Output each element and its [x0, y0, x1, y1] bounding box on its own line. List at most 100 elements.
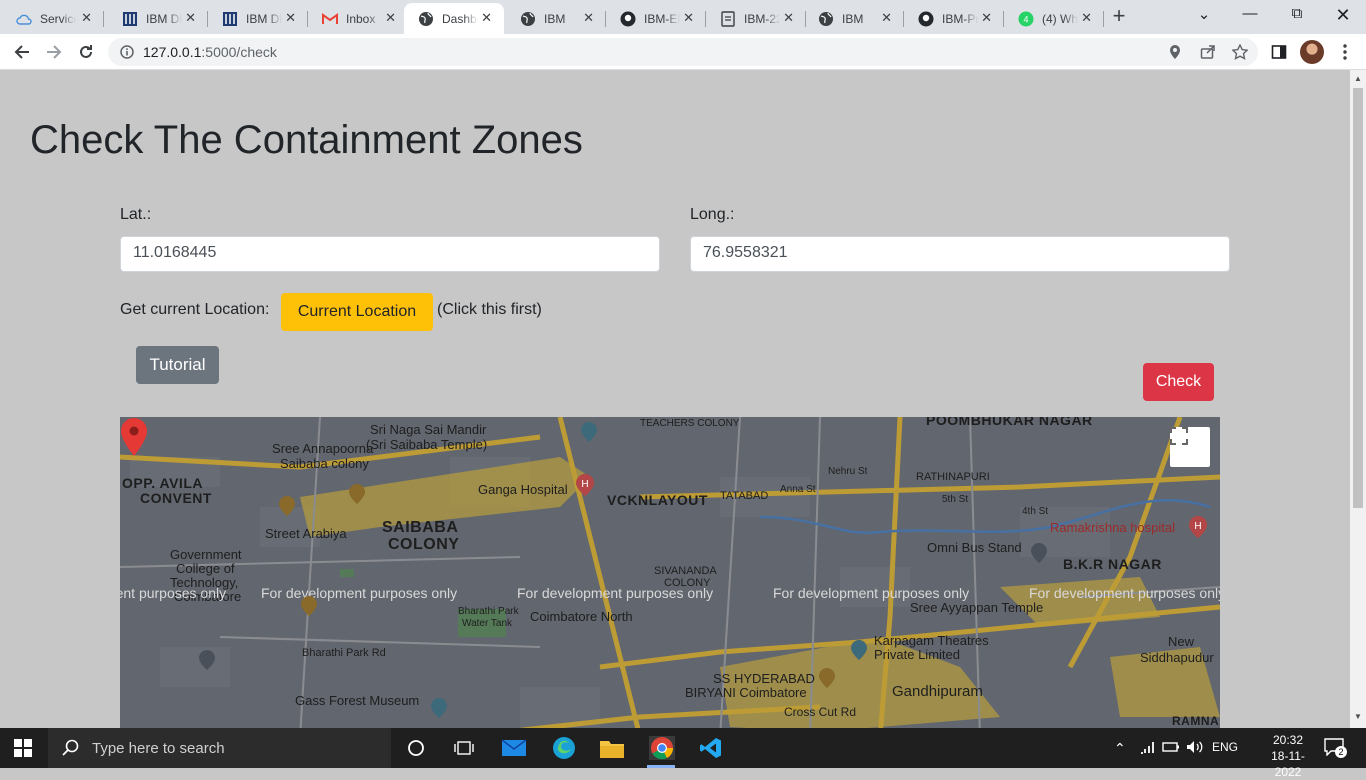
- reload-button[interactable]: [75, 41, 97, 63]
- restaurant-marker-icon[interactable]: [278, 495, 296, 517]
- new-tab-button[interactable]: +: [1108, 5, 1130, 28]
- tab-close-icon[interactable]: ✕: [185, 11, 196, 25]
- scroll-down-icon[interactable]: ▼: [1354, 712, 1362, 721]
- hospital-marker-icon[interactable]: H: [1188, 515, 1208, 539]
- tab-search-icon[interactable]: ⌄: [1192, 5, 1216, 23]
- map-label-poombhukar: POOMBHUKAR NAGAR: [926, 417, 1093, 428]
- scroll-up-icon[interactable]: ▲: [1354, 74, 1362, 83]
- fullscreen-icon: [1170, 427, 1188, 445]
- map-label-street-arabiya: Street Arabiya: [265, 526, 347, 541]
- tab-close-icon[interactable]: ✕: [881, 11, 892, 25]
- system-clock[interactable]: 20:32 18-11-2022: [1260, 732, 1316, 780]
- temple-marker-icon[interactable]: [580, 421, 598, 443]
- bookmark-star-icon[interactable]: [1232, 44, 1248, 60]
- browser-tab[interactable]: IBM-Project✕: [904, 3, 1004, 34]
- file-explorer-icon[interactable]: [599, 736, 625, 760]
- dev-watermark: For development purposes only: [517, 585, 714, 601]
- map-label-saibaba-big: SAIBABA: [382, 519, 459, 536]
- restaurant-marker-icon[interactable]: [818, 667, 836, 689]
- tab-close-icon[interactable]: ✕: [385, 11, 396, 25]
- map-label-rathinapuri: RATHINAPURI: [916, 471, 990, 483]
- tab-title: ServiceNow: [40, 11, 76, 26]
- browser-tab[interactable]: Inbox ✕: [308, 3, 408, 34]
- tab-close-icon[interactable]: ✕: [81, 11, 92, 25]
- browser-tab[interactable]: ServiceNow ✕: [2, 3, 104, 34]
- tutorial-button[interactable]: Tutorial: [136, 346, 219, 384]
- tab-close-icon[interactable]: ✕: [481, 11, 492, 25]
- share-icon[interactable]: [1200, 44, 1216, 60]
- back-button[interactable]: [11, 41, 33, 63]
- windows-taskbar: Type here to search ⌃ ENG 20:32 18-11-20…: [0, 728, 1366, 779]
- network-icon[interactable]: [1140, 740, 1156, 754]
- chrome-icon[interactable]: [649, 736, 675, 760]
- info-icon[interactable]: [120, 45, 134, 59]
- windows-start-icon[interactable]: [14, 739, 32, 757]
- latitude-input[interactable]: 11.0168445: [120, 236, 660, 272]
- tab-separator: [1103, 11, 1104, 27]
- check-button[interactable]: Check: [1143, 363, 1214, 401]
- close-window-button[interactable]: ✕: [1331, 5, 1355, 26]
- tab-close-icon[interactable]: ✕: [683, 11, 694, 25]
- tray-overflow-icon[interactable]: ⌃: [1114, 740, 1126, 757]
- cinema-marker-icon[interactable]: [850, 639, 868, 661]
- notification-center-button[interactable]: 2: [1324, 738, 1347, 758]
- taskbar-search-box[interactable]: Type here to search: [48, 728, 391, 768]
- location-pin-icon[interactable]: [1168, 44, 1182, 60]
- location-marker-icon[interactable]: [120, 417, 148, 457]
- museum-marker-icon[interactable]: [430, 697, 448, 719]
- edge-browser-icon[interactable]: [551, 736, 577, 760]
- browser-tab[interactable]: Dashboard✕: [404, 3, 504, 34]
- mail-icon[interactable]: [501, 736, 527, 760]
- tab-title: Inbox: [346, 11, 376, 26]
- restore-button[interactable]: ⧉: [1285, 5, 1309, 22]
- task-view-icon[interactable]: [451, 736, 477, 760]
- restaurant-marker-icon[interactable]: [300, 595, 318, 617]
- browser-tab[interactable]: IBM-EPBL✕: [606, 3, 706, 34]
- tab-close-icon[interactable]: ✕: [285, 11, 296, 25]
- tab-title: IBM Digital: [246, 11, 282, 26]
- school-marker-icon[interactable]: [198, 649, 216, 671]
- volume-icon[interactable]: [1186, 740, 1204, 754]
- tab-close-icon[interactable]: ✕: [583, 11, 594, 25]
- address-bar[interactable]: 127.0.0.1:5000/check: [108, 38, 1258, 66]
- hospital-marker-icon[interactable]: H: [575, 473, 595, 497]
- battery-icon[interactable]: [1162, 740, 1180, 754]
- forward-button[interactable]: [43, 41, 65, 63]
- tab-close-icon[interactable]: ✕: [1081, 11, 1092, 25]
- page-scrollbar[interactable]: ▲ ▼: [1350, 70, 1366, 728]
- map-label-ramna: RAMNA: [1172, 714, 1220, 728]
- map-label-nehru-st: Nehru St: [828, 466, 868, 477]
- tab-title: IBM-22: [744, 11, 780, 26]
- map-label-sri-naga: Sri Naga Sai Mandir: [370, 422, 487, 437]
- doc-icon: [720, 10, 736, 27]
- map-fullscreen-button[interactable]: [1170, 427, 1210, 467]
- browser-tab[interactable]: IBM Digital✕: [108, 3, 208, 34]
- tab-close-icon[interactable]: ✕: [981, 11, 992, 25]
- browser-tab[interactable]: IBM ✕: [506, 3, 606, 34]
- language-indicator[interactable]: ENG: [1212, 740, 1238, 754]
- browser-tab[interactable]: 4 (4) WhatsApp✕: [1004, 3, 1104, 34]
- vscode-icon[interactable]: [698, 736, 724, 760]
- profile-avatar[interactable]: [1300, 40, 1324, 64]
- browser-tab[interactable]: IBM-22 ✕: [706, 3, 806, 34]
- side-panel-button[interactable]: [1268, 41, 1290, 63]
- map-label-vcknlayout: VCKNLAYOUT: [607, 492, 708, 508]
- restaurant-marker-icon[interactable]: [348, 483, 366, 505]
- browser-tab[interactable]: IBM Digital✕: [208, 3, 308, 34]
- map-label-saibaba-temple: (Sri Saibaba Temple): [366, 437, 488, 452]
- browser-tab[interactable]: IBM ✕: [804, 3, 904, 34]
- current-location-button[interactable]: Current Location: [281, 293, 433, 331]
- dev-watermark: For development purposes only: [261, 585, 458, 601]
- longitude-input[interactable]: 76.9558321: [690, 236, 1230, 272]
- bus-station-marker-icon[interactable]: [1030, 542, 1048, 564]
- minimize-button[interactable]: —: [1238, 5, 1262, 22]
- map-label-gass-forest: Gass Forest Museum: [295, 693, 420, 708]
- cortana-icon[interactable]: [403, 736, 429, 760]
- map-view[interactable]: Sri Naga Sai Mandir (Sri Saibaba Temple)…: [120, 417, 1220, 728]
- dev-watermark: For development purposes only: [120, 585, 227, 601]
- browser-menu-button[interactable]: [1334, 41, 1356, 63]
- tab-close-icon[interactable]: ✕: [783, 11, 794, 25]
- map-label-siddhapudur: Siddhapudur: [1140, 650, 1214, 665]
- latitude-label: Lat.:: [120, 206, 152, 223]
- scrollbar-thumb[interactable]: [1353, 88, 1363, 508]
